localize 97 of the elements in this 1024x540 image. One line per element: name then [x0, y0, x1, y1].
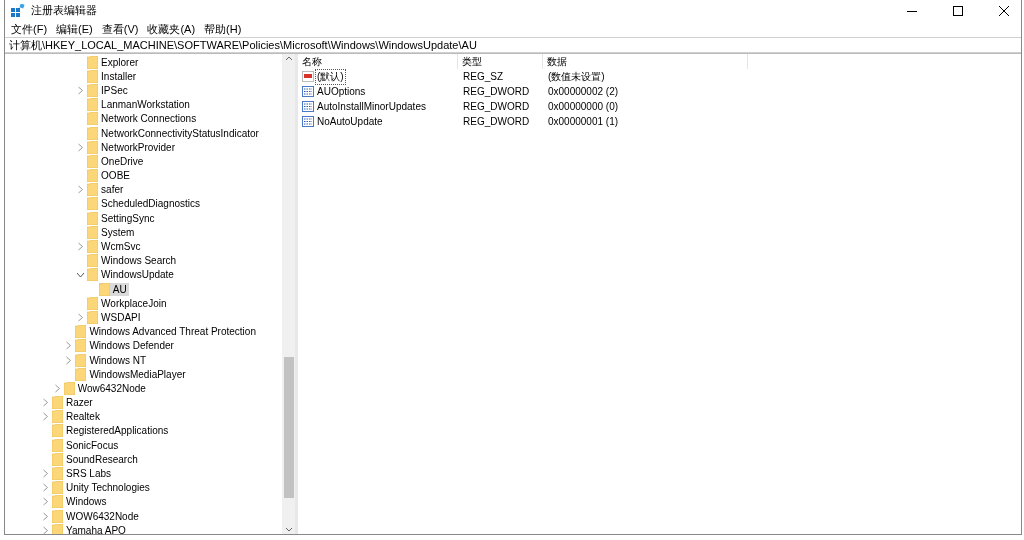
- folder-icon: [52, 509, 63, 523]
- address-field[interactable]: 计算机\HKEY_LOCAL_MACHINE\SOFTWARE\Policies\Microsoft\Windows\WindowsUpdate\AU: [5, 37, 1021, 53]
- value-name[interactable]: AUOptions: [315, 85, 368, 98]
- folder-icon: [87, 140, 99, 154]
- table-cell-text: REG_DWORD: [462, 101, 531, 112]
- folder-icon: [87, 112, 99, 126]
- folder-icon: [75, 339, 87, 353]
- folder-icon: [52, 410, 63, 424]
- tree-item[interactable]: WSDAPI: [87, 310, 143, 324]
- tree-item[interactable]: Wow6432Node: [63, 381, 148, 395]
- folder-icon: [87, 169, 99, 183]
- column-header[interactable]: 名称: [298, 54, 458, 69]
- value-name[interactable]: NoAutoUpdate: [315, 115, 385, 128]
- folder-icon: [52, 481, 63, 495]
- window-title: 注册表编辑器: [31, 3, 97, 18]
- folder-icon: [52, 467, 63, 481]
- binary-value-icon: [302, 101, 314, 112]
- folder-icon: [52, 523, 63, 534]
- binary-value-icon: [302, 116, 314, 127]
- tree-item[interactable]: Realtek: [52, 410, 102, 424]
- tree-item[interactable]: Windows Defender: [75, 339, 176, 353]
- scrollbar[interactable]: [282, 54, 295, 534]
- folder-icon: [87, 225, 99, 239]
- tree-item[interactable]: WindowsMediaPlayer: [75, 367, 188, 381]
- menu-item[interactable]: 编辑(E): [56, 21, 93, 37]
- folder-icon: [75, 325, 87, 339]
- tree-item[interactable]: IPSec: [87, 83, 130, 97]
- folder-icon: [52, 438, 63, 452]
- folder-icon: [87, 69, 99, 83]
- column-header[interactable]: 类型: [458, 54, 543, 69]
- tree-item[interactable]: System: [87, 225, 137, 239]
- tree-item[interactable]: WcmSvc: [87, 240, 143, 254]
- folder-icon: [87, 55, 99, 69]
- tree-item[interactable]: Installer: [87, 69, 139, 83]
- tree-item[interactable]: NetworkConnectivityStatusIndicator: [87, 126, 261, 140]
- folder-icon: [63, 381, 75, 395]
- folder-icon: [87, 183, 99, 197]
- folder-icon: [75, 367, 87, 381]
- tree-item[interactable]: WOW6432Node: [52, 509, 141, 523]
- tree-item[interactable]: Unity Technologies: [52, 481, 152, 495]
- folder-icon: [52, 396, 63, 410]
- tree-item[interactable]: RegisteredApplications: [52, 424, 171, 438]
- folder-icon: [87, 83, 99, 97]
- table-cell-text: 0x00000002 (2): [547, 86, 620, 97]
- tree-item[interactable]: safer: [87, 183, 126, 197]
- menu-item[interactable]: 文件(F): [11, 21, 48, 37]
- tree-item[interactable]: WindowsUpdate: [87, 268, 176, 282]
- table-cell-text: REG_DWORD: [462, 116, 531, 127]
- table-cell-text: REG_SZ: [462, 71, 504, 82]
- tree-item[interactable]: OOBE: [87, 169, 132, 183]
- folder-icon: [87, 98, 99, 112]
- folder-icon: [87, 126, 99, 140]
- tree-item[interactable]: Windows Search: [87, 254, 179, 268]
- menu-item[interactable]: 收藏夹(A): [147, 21, 196, 37]
- tree-item[interactable]: LanmanWorkstation: [87, 98, 192, 112]
- tree-item[interactable]: Razer: [52, 396, 95, 410]
- tree-item[interactable]: SoundResearch: [52, 452, 140, 466]
- tree-item[interactable]: WorkplaceJoin: [87, 296, 169, 310]
- table-cell-text: (数值未设置): [547, 69, 606, 84]
- folder-icon: [87, 310, 99, 324]
- menu-item[interactable]: 帮助(H): [204, 21, 242, 37]
- folder-icon: [87, 254, 99, 268]
- folder-icon: [87, 197, 99, 211]
- tree-item[interactable]: Network Connections: [87, 112, 199, 126]
- tree-item[interactable]: SRS Labs: [52, 467, 114, 481]
- tree-item[interactable]: Explorer: [87, 55, 141, 69]
- tree-item[interactable]: AU: [98, 282, 129, 296]
- value-name[interactable]: AutoInstallMinorUpdates: [315, 100, 428, 113]
- folder-icon: [98, 282, 110, 296]
- scrollbar-thumb[interactable]: [283, 357, 294, 498]
- folder-icon: [87, 211, 99, 225]
- binary-value-icon: [302, 86, 314, 97]
- tree-item[interactable]: Windows Advanced Threat Protection: [75, 325, 258, 339]
- tree-item[interactable]: SettingSync: [87, 211, 157, 225]
- tree-item[interactable]: Yamaha APO: [52, 523, 128, 534]
- folder-icon: [52, 452, 63, 466]
- registry-icon: [11, 3, 25, 18]
- table-cell-text: 0x00000001 (1): [547, 116, 620, 127]
- tree-item[interactable]: OneDrive: [87, 154, 146, 168]
- table-cell-text: REG_DWORD: [462, 86, 531, 97]
- table-cell-text: 0x00000000 (0): [547, 101, 620, 112]
- folder-icon: [87, 268, 99, 282]
- folder-icon: [52, 424, 63, 438]
- tree-item[interactable]: SonicFocus: [52, 438, 121, 452]
- column-header[interactable]: 数据: [543, 54, 748, 69]
- tree-item[interactable]: Windows NT: [75, 353, 149, 367]
- tree-item[interactable]: NetworkProvider: [87, 140, 177, 154]
- folder-icon: [87, 240, 99, 254]
- string-value-icon: [302, 71, 314, 82]
- folder-icon: [52, 495, 63, 509]
- folder-icon: [75, 353, 87, 367]
- tree-item[interactable]: ScheduledDiagnostics: [87, 197, 203, 211]
- folder-icon: [87, 154, 99, 168]
- folder-icon: [87, 296, 99, 310]
- tree-item[interactable]: Windows: [52, 495, 109, 509]
- value-name[interactable]: (默认): [315, 68, 346, 85]
- menu-item[interactable]: 查看(V): [101, 21, 139, 37]
